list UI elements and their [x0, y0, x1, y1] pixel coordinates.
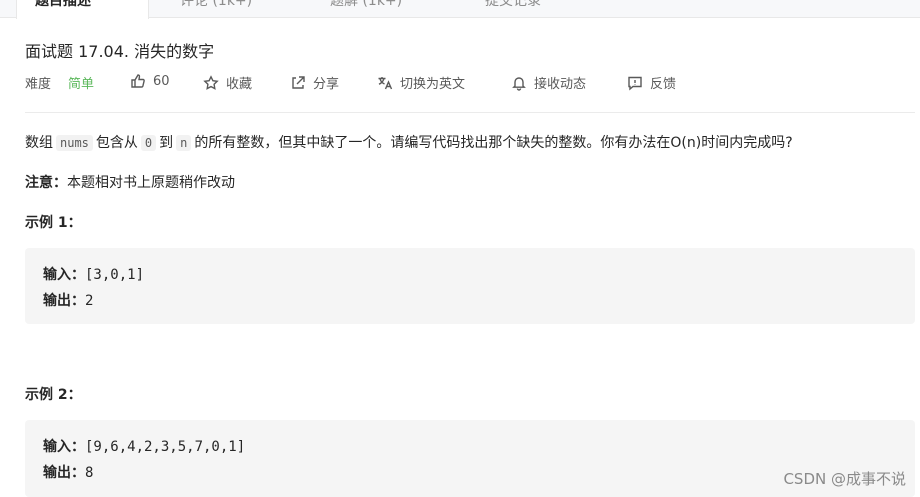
feedback-button[interactable]: 反馈 — [627, 73, 676, 92]
tab-solutions[interactable]: 题解 (1k+) — [330, 0, 402, 18]
watermark: CSDN @成事不说 — [783, 470, 906, 488]
share-button[interactable]: 分享 — [290, 73, 339, 92]
example-1-title: 示例 1： — [25, 215, 82, 231]
favorite-label: 收藏 — [226, 77, 253, 92]
note-label: 注意： — [25, 175, 67, 191]
translate-icon — [378, 76, 393, 89]
difficulty-badge: 简单 — [68, 77, 95, 92]
notify-label: 接收动态 — [534, 77, 587, 92]
problem-title: 面试题 17.04. 消失的数字 — [25, 42, 215, 61]
example-2-input: [9,6,4,2,3,5,7,0,1] — [85, 439, 246, 455]
like-count: 60 — [153, 73, 170, 89]
tab-submissions[interactable]: 提交记录 — [485, 0, 541, 18]
code-nums: nums — [56, 135, 93, 151]
code-n: n — [176, 135, 192, 151]
star-icon — [203, 74, 219, 90]
problem-description: 数组 nums 包含从 0 到 n 的所有整数，但其中缺了一个。请编写代码找出那个缺失的整数… — [25, 135, 793, 151]
favorite-button[interactable]: 收藏 — [203, 73, 252, 92]
difficulty-label: 难度 — [25, 77, 52, 92]
problem-note: 注意：本题相对书上原题稍作改动 — [25, 172, 235, 192]
like-button[interactable]: 60 — [130, 73, 170, 89]
code-zero: 0 — [140, 135, 157, 151]
feedback-label: 反馈 — [650, 77, 677, 92]
example-2-output: 8 — [85, 465, 94, 481]
tab-comments[interactable]: 评论 (1k+) — [180, 0, 252, 18]
example-2-title: 示例 2： — [25, 387, 82, 403]
thumbs-up-icon — [131, 74, 145, 88]
bell-icon — [512, 76, 526, 91]
example-1-output: 2 — [85, 293, 94, 309]
example-2-codebox: 输入：[9,6,4,2,3,5,7,0,1] 输出：8 — [25, 420, 915, 497]
tab-bar: 题目描述 评论 (1k+) 题解 (1k+) 提交记录 — [0, 0, 920, 19]
translate-label: 切换为英文 — [400, 77, 466, 92]
example-1-codebox: 输入：[3,0,1] 输出：2 — [25, 248, 915, 324]
note-text: 本题相对书上原题稍作改动 — [67, 175, 235, 191]
share-icon — [292, 75, 305, 89]
feedback-icon — [628, 76, 642, 90]
translate-button[interactable]: 切换为英文 — [377, 73, 465, 92]
tab-description[interactable]: 题目描述 — [16, 0, 149, 19]
example-1-input: [3,0,1] — [85, 267, 145, 283]
share-label: 分享 — [313, 77, 340, 92]
divider — [25, 112, 915, 113]
notify-button[interactable]: 接收动态 — [511, 73, 586, 92]
